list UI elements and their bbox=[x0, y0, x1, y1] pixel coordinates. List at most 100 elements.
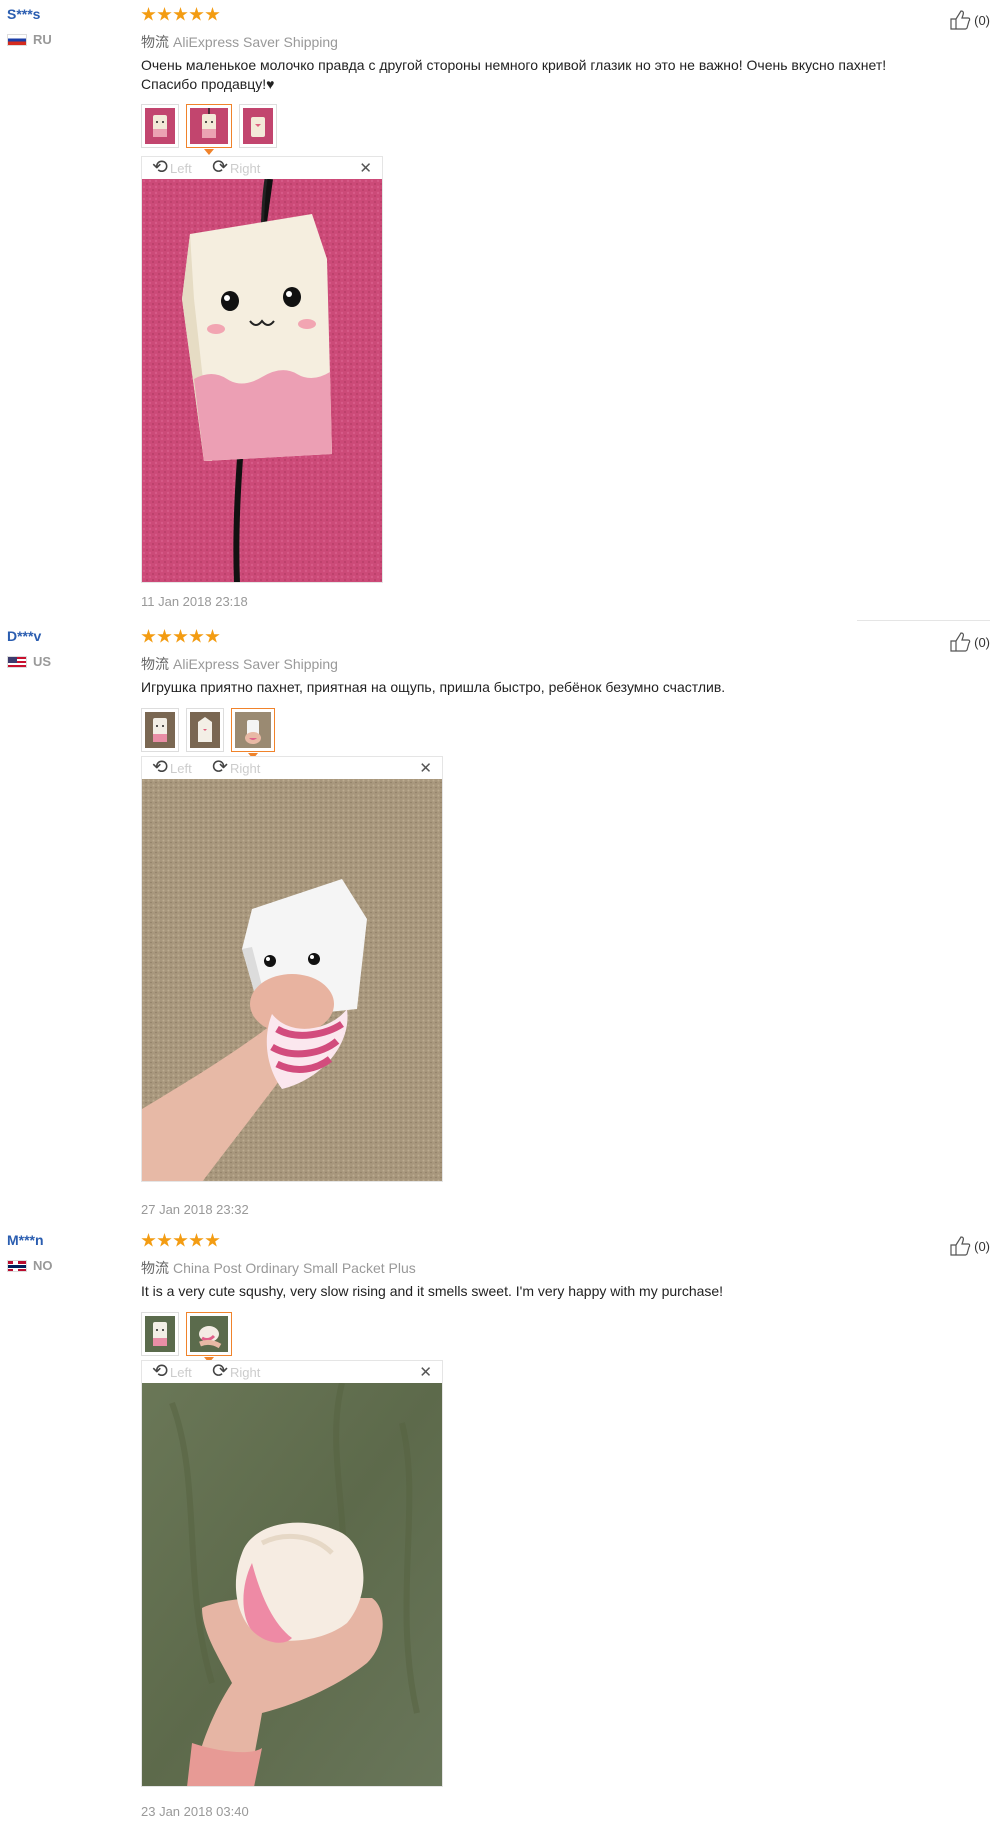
photo-viewer-toolbar: ⟲ Left ⟳ Right ✕ bbox=[142, 1361, 442, 1383]
star-icon bbox=[141, 629, 156, 643]
reviewer-country: NO bbox=[7, 1258, 53, 1273]
reviewer-name[interactable]: S***s bbox=[7, 6, 40, 22]
rating-stars bbox=[141, 629, 220, 644]
shipping-method: 物流 China Post Ordinary Small Packet Plus bbox=[141, 1258, 416, 1278]
reviewer-country: RU bbox=[7, 32, 52, 47]
shipping-method: 物流 AliExpress Saver Shipping bbox=[141, 32, 338, 52]
close-icon[interactable]: ✕ bbox=[419, 759, 432, 777]
country-code: RU bbox=[33, 32, 52, 47]
rotate-right-label: Right bbox=[230, 160, 261, 176]
review-item: D***v US 物流 AliExpress Saver Shipping Игр… bbox=[0, 628, 1000, 1223]
star-icon bbox=[173, 1233, 188, 1247]
star-icon bbox=[173, 7, 188, 21]
thumbs-up-icon bbox=[950, 632, 971, 652]
rotate-left-icon: ⟲ bbox=[152, 756, 168, 778]
reviewer-name[interactable]: M***n bbox=[7, 1232, 44, 1248]
shipping-value: AliExpress Saver Shipping bbox=[173, 656, 338, 672]
rotate-left-button[interactable]: ⟲ Left bbox=[152, 156, 192, 178]
review-text-line: Спасибо продавцу!♥ bbox=[141, 76, 275, 92]
shipping-label: 物流 bbox=[141, 34, 169, 50]
shipping-method: 物流 AliExpress Saver Shipping bbox=[141, 654, 338, 674]
rotate-left-icon: ⟲ bbox=[152, 156, 168, 178]
review-date: 11 Jan 2018 23:18 bbox=[141, 594, 248, 609]
review-text: Игрушка приятно пахнет, приятная на ощуп… bbox=[141, 678, 941, 697]
photo-thumbnail[interactable] bbox=[141, 708, 179, 752]
star-icon bbox=[157, 7, 172, 21]
star-icon bbox=[205, 629, 220, 643]
star-icon bbox=[141, 7, 156, 21]
close-icon[interactable]: ✕ bbox=[359, 159, 372, 177]
rotate-left-label: Left bbox=[170, 1364, 192, 1380]
helpful-button[interactable]: (0) bbox=[950, 632, 990, 652]
rotate-right-label: Right bbox=[230, 1364, 261, 1380]
close-icon[interactable]: ✕ bbox=[419, 1363, 432, 1381]
rotate-left-label: Left bbox=[170, 160, 192, 176]
hand-holding-squishy-photo bbox=[142, 1383, 442, 1786]
rotate-left-button[interactable]: ⟲ Left bbox=[152, 756, 192, 778]
rotate-right-button[interactable]: ⟳ Right bbox=[212, 156, 261, 178]
thumbnail-image bbox=[145, 1316, 175, 1352]
review-photo bbox=[142, 179, 382, 582]
thumbnail-image bbox=[190, 712, 220, 748]
review-text-line: Игрушка приятно пахнет, приятная на ощуп… bbox=[141, 679, 726, 695]
review-text: It is a very cute squshy, very slow risi… bbox=[141, 1282, 941, 1301]
review-text: Очень маленькое молочко правда с другой … bbox=[141, 56, 941, 94]
photo-viewer: ⟲ Left ⟳ Right ✕ bbox=[141, 756, 443, 1182]
country-code: NO bbox=[33, 1258, 53, 1273]
photo-thumbnails bbox=[141, 1312, 232, 1363]
star-icon bbox=[157, 629, 172, 643]
star-icon bbox=[189, 7, 204, 21]
rotate-right-button[interactable]: ⟳ Right bbox=[212, 756, 260, 778]
rotate-left-label: Left bbox=[170, 760, 192, 776]
thumbnail-image bbox=[243, 108, 273, 144]
photo-thumbnail-selected[interactable] bbox=[186, 1312, 232, 1363]
review-separator bbox=[857, 620, 990, 621]
photo-thumbnail-selected[interactable] bbox=[231, 708, 275, 759]
photo-thumbnails bbox=[141, 104, 277, 155]
photo-thumbnail[interactable] bbox=[239, 104, 277, 148]
photo-thumbnail-selected[interactable] bbox=[186, 104, 232, 155]
country-code: US bbox=[33, 654, 52, 669]
reviewer-country: US bbox=[7, 654, 51, 669]
thumbnail-image bbox=[235, 712, 271, 748]
thumbnail-image bbox=[145, 108, 175, 144]
thumbs-up-icon bbox=[950, 1236, 971, 1256]
thumbs-up-icon bbox=[950, 10, 971, 30]
review-text-line: Очень маленькое молочко правда с другой … bbox=[141, 57, 887, 73]
thumbnail-image bbox=[190, 1316, 228, 1352]
review-photo bbox=[142, 779, 442, 1181]
reviewer-name[interactable]: D***v bbox=[7, 628, 41, 644]
norway-flag-icon bbox=[7, 1259, 27, 1272]
shipping-label: 物流 bbox=[141, 656, 169, 672]
thumbnail-image bbox=[145, 712, 175, 748]
rotate-left-icon: ⟲ bbox=[152, 1360, 168, 1382]
rotate-right-icon: ⟳ bbox=[212, 1360, 228, 1382]
helpful-count: (0) bbox=[974, 12, 990, 28]
review-item: M***n NO 物流 China Post Ordinary Small Pac… bbox=[0, 1232, 1000, 1827]
photo-thumbnail[interactable] bbox=[141, 1312, 179, 1356]
helpful-button[interactable]: (0) bbox=[950, 1236, 990, 1256]
rotate-left-button[interactable]: ⟲ Left bbox=[152, 1360, 192, 1382]
star-icon bbox=[173, 629, 188, 643]
photo-thumbnail[interactable] bbox=[186, 708, 224, 752]
milk-carton-photo bbox=[142, 179, 382, 582]
star-icon bbox=[189, 629, 204, 643]
shipping-value: China Post Ordinary Small Packet Plus bbox=[173, 1260, 416, 1276]
review-item: S***s RU 物流 AliExpress Saver Shipping Оче… bbox=[0, 6, 1000, 616]
photo-viewer-toolbar: ⟲ Left ⟳ Right ✕ bbox=[142, 157, 382, 179]
helpful-button[interactable]: (0) bbox=[950, 10, 990, 30]
review-date: 27 Jan 2018 23:32 bbox=[141, 1202, 249, 1217]
photo-thumbnail[interactable] bbox=[141, 104, 179, 148]
rotate-right-icon: ⟳ bbox=[212, 156, 228, 178]
rating-stars bbox=[141, 1233, 220, 1248]
star-icon bbox=[141, 1233, 156, 1247]
star-icon bbox=[189, 1233, 204, 1247]
rotate-right-button[interactable]: ⟳ Right bbox=[212, 1360, 261, 1382]
rotate-right-icon: ⟳ bbox=[212, 756, 228, 778]
star-icon bbox=[205, 1233, 220, 1247]
shipping-value: AliExpress Saver Shipping bbox=[173, 34, 338, 50]
photo-viewer: ⟲ Left ⟳ Right ✕ bbox=[141, 1360, 443, 1787]
helpful-count: (0) bbox=[974, 634, 990, 650]
rating-stars bbox=[141, 7, 220, 22]
russia-flag-icon bbox=[7, 33, 27, 46]
